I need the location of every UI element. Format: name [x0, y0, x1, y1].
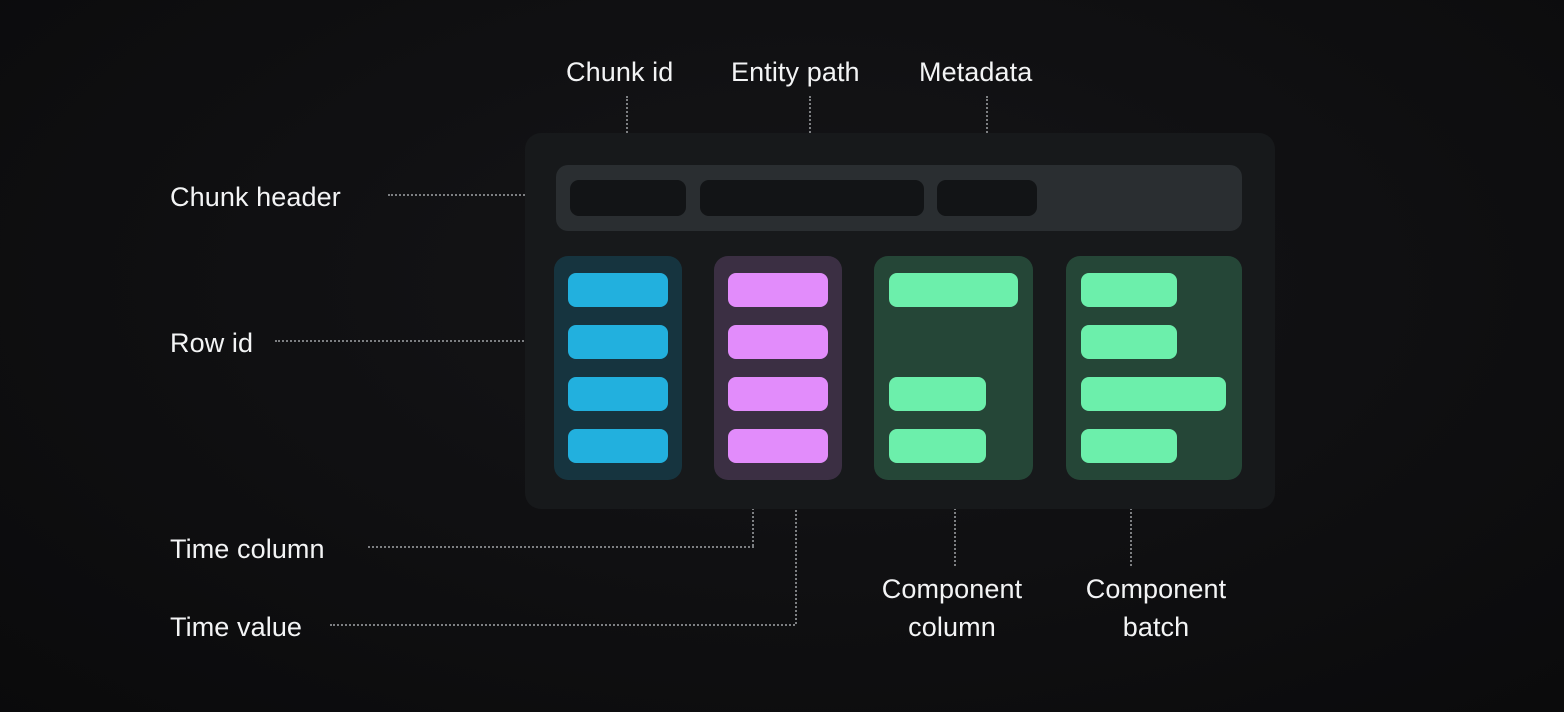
diagram-canvas: Chunk id Entity path Metadata Chunk head…	[0, 0, 1564, 712]
component-column-1	[874, 256, 1033, 480]
label-component-batch-line2: batch	[1122, 612, 1190, 643]
label-metadata: Metadata	[919, 57, 1033, 87]
metadata-slot	[937, 180, 1037, 216]
row-id-cell	[568, 429, 668, 463]
time-value-cell	[728, 429, 828, 463]
chunk-id-slot	[570, 180, 686, 216]
component-cell	[1081, 325, 1177, 359]
component-cell	[1081, 377, 1226, 411]
row-id-cell	[568, 325, 668, 359]
label-chunk-id: Chunk id	[566, 57, 674, 87]
row-id-cell	[568, 273, 668, 307]
label-component-column-line1: Component	[881, 574, 1023, 604]
entity-path-slot	[700, 180, 924, 216]
time-value-cell	[728, 377, 828, 411]
label-entity-path: Entity path	[731, 57, 860, 87]
component-cell	[889, 273, 1018, 307]
label-time-column: Time column	[170, 534, 325, 564]
leader-time-column-horizontal	[368, 546, 754, 548]
component-cell	[889, 429, 986, 463]
label-chunk-header: Chunk header	[170, 182, 341, 212]
label-row-id: Row id	[170, 328, 254, 358]
component-cell	[889, 377, 986, 411]
label-component-batch: Component batch	[1066, 570, 1246, 647]
row-id-cell	[568, 377, 668, 411]
component-cell	[1081, 429, 1177, 463]
label-component-column: Component column	[862, 570, 1042, 647]
time-value-cell	[728, 273, 828, 307]
time-value-cell	[728, 325, 828, 359]
leader-time-value-horizontal	[330, 624, 795, 626]
chunk-header-bar	[556, 165, 1242, 231]
label-time-value: Time value	[170, 612, 303, 642]
component-column-2	[1066, 256, 1242, 480]
time-column	[714, 256, 842, 480]
row-id-column	[554, 256, 682, 480]
label-component-column-line2: column	[908, 612, 996, 643]
label-component-batch-line1: Component	[1085, 574, 1227, 604]
component-cell	[1081, 273, 1177, 307]
